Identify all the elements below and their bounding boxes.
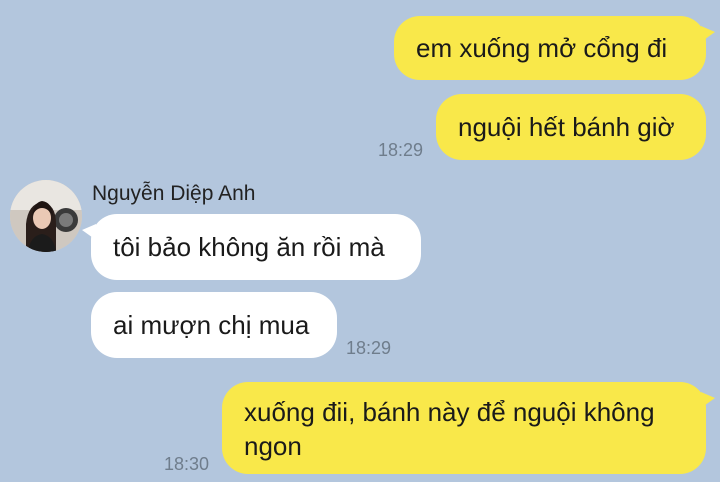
message-text: tôi bảo không ăn rồi mà bbox=[113, 232, 385, 262]
message-text-line: xuống đii, bánh này để nguội không bbox=[244, 397, 655, 427]
sender-name: Nguyễn Diệp Anh bbox=[92, 182, 256, 205]
message-text-line: ngon bbox=[244, 431, 302, 461]
message-bubble-incoming[interactable]: ai mượn chị mua bbox=[91, 292, 337, 358]
message-timestamp: 18:29 bbox=[346, 338, 392, 358]
message-timestamp: 18:30 bbox=[164, 454, 210, 474]
message-timestamp: 18:29 bbox=[378, 140, 424, 160]
message-text: em xuống mở cổng đi bbox=[416, 33, 668, 63]
message-text: nguội hết bánh giờ bbox=[458, 112, 675, 142]
contact-avatar[interactable] bbox=[10, 180, 82, 252]
contact-photo-icon bbox=[10, 180, 82, 252]
message-bubble-outgoing[interactable]: xuống đii, bánh này để nguội không ngon bbox=[222, 382, 715, 474]
message-bubble-incoming[interactable]: tôi bảo không ăn rồi mà bbox=[82, 214, 421, 280]
message-text: ai mượn chị mua bbox=[113, 310, 310, 340]
message-bubble-outgoing[interactable]: nguội hết bánh giờ bbox=[436, 94, 706, 160]
message-bubble-outgoing[interactable]: em xuống mở cổng đi bbox=[394, 16, 715, 80]
chat-conversation: em xuống mở cổng đi nguội hết bánh giờ 1… bbox=[0, 0, 720, 482]
